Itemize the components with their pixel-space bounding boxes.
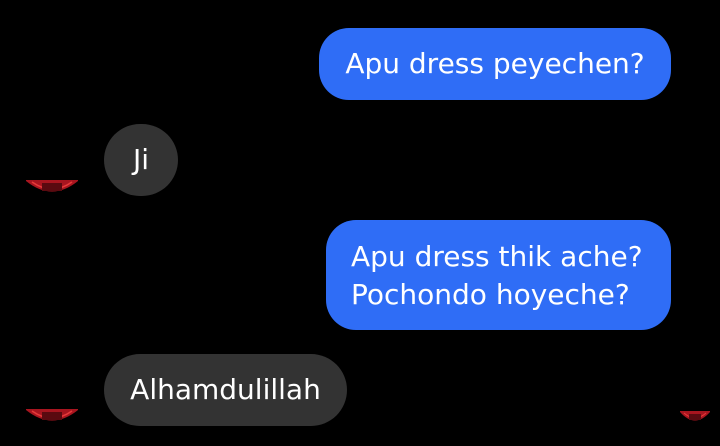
received-message-bubble[interactable]: Alhamdulillah [104, 354, 347, 426]
message-text: Apu dress peyechen? [345, 47, 645, 80]
message-text: Ji [132, 143, 150, 176]
sent-message-bubble[interactable]: Apu dress peyechen? [319, 28, 671, 100]
read-receipt-avatar-icon [680, 410, 710, 424]
profile-avatar-icon[interactable] [26, 409, 78, 425]
avatar-image [26, 180, 78, 192]
message-text-line: Apu dress thik ache? [351, 240, 643, 273]
chat-thread: Apu dress peyechen? Ji Apu dress thik ac… [0, 0, 720, 446]
avatar-image [26, 409, 78, 421]
sent-message-bubble[interactable]: Apu dress thik ache? Pochondo hoyeche? [326, 220, 671, 330]
profile-avatar-icon[interactable] [26, 180, 78, 196]
message-text: Alhamdulillah [130, 373, 321, 406]
received-message-bubble[interactable]: Ji [104, 124, 178, 196]
message-text-line: Pochondo hoyeche? [351, 278, 630, 311]
read-receipt-image [680, 411, 710, 421]
